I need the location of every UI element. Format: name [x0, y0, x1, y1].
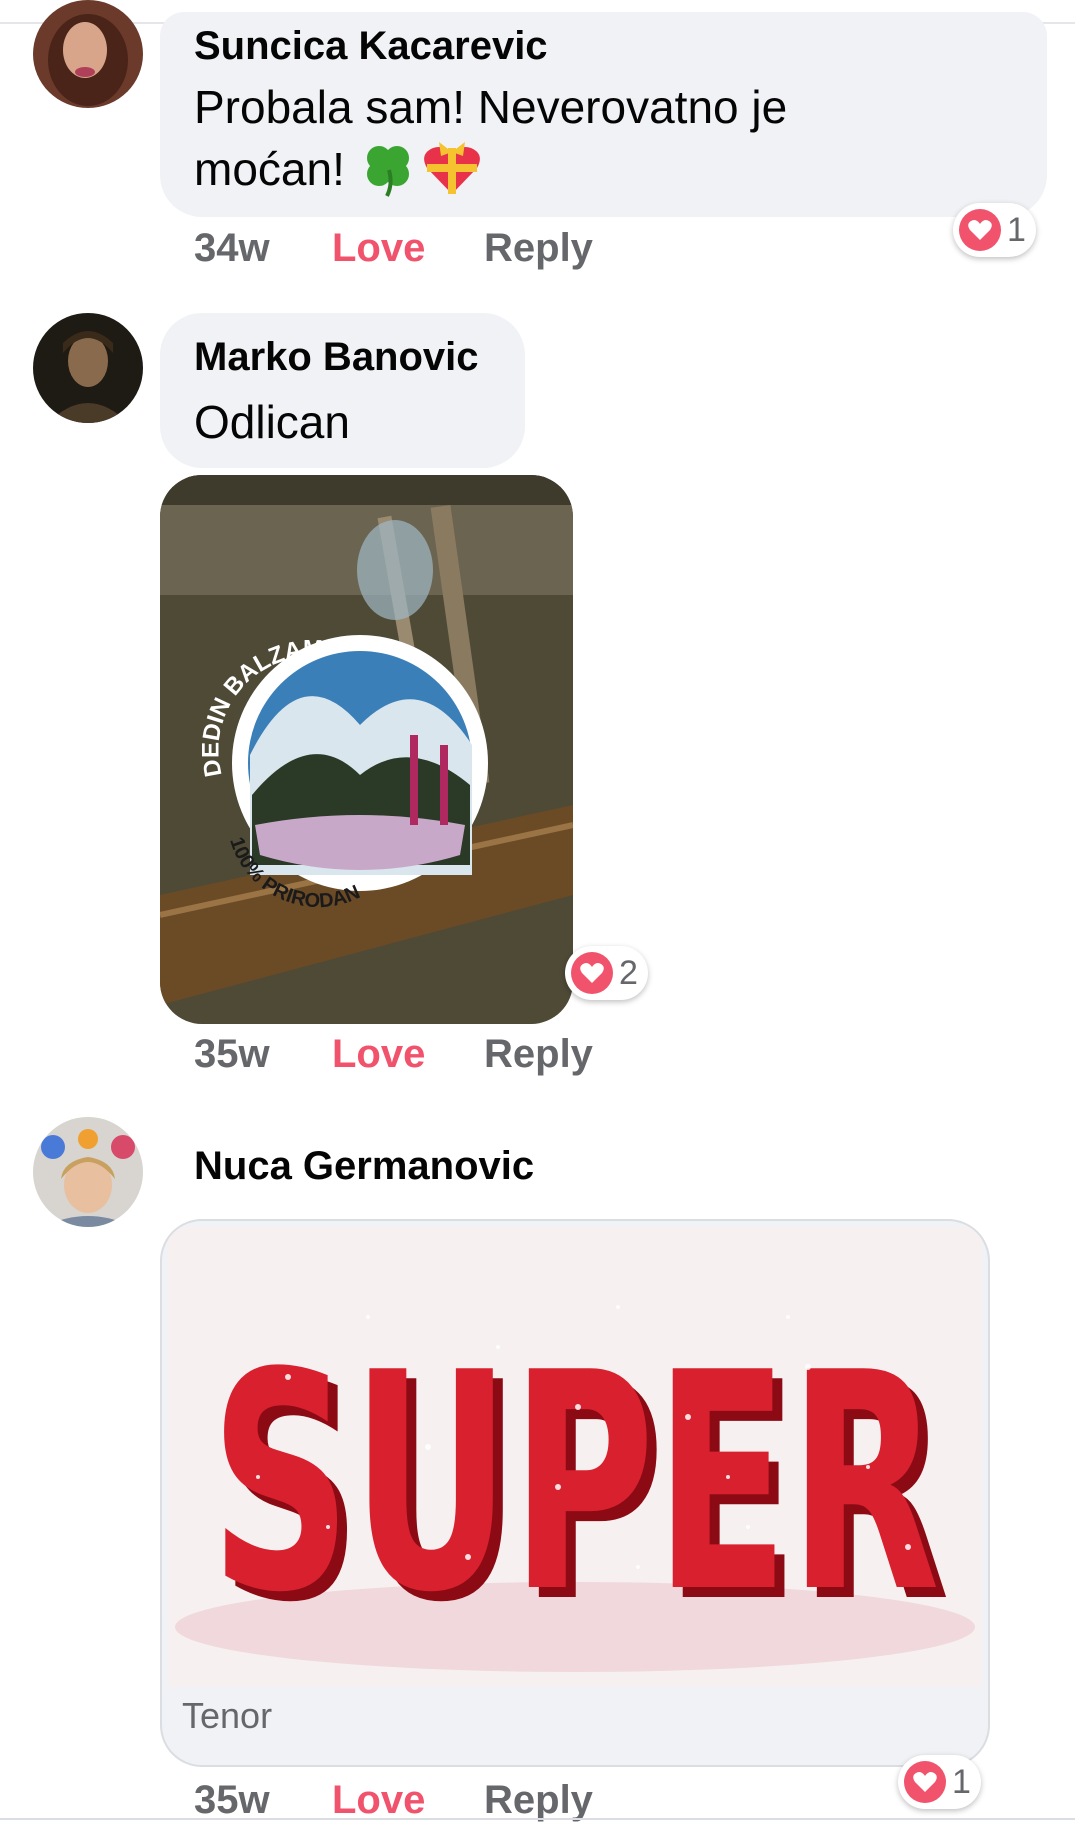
heart-icon [904, 1761, 946, 1803]
comment-bubble[interactable]: Suncica Kacarevic Probala sam! Neverovat… [160, 12, 1047, 217]
avatar[interactable] [33, 1117, 143, 1227]
reaction-count: 1 [1007, 210, 1026, 249]
comment-author[interactable]: Suncica Kacarevic [194, 22, 1013, 70]
love-button[interactable]: Love [332, 1778, 425, 1823]
comment-text-line-2-row: moćan! [194, 138, 1013, 200]
avatar[interactable] [33, 0, 143, 108]
comment-photo[interactable]: DEDIN BALZAM 100% PRIRODAN [160, 475, 573, 1024]
comment-author[interactable]: Nuca Germanovic [194, 1142, 534, 1190]
gif-image: SUPER SUPER [168, 1227, 982, 1687]
heart-with-ribbon-icon [421, 140, 483, 198]
comment-text-line-2: moćan! [194, 143, 345, 195]
comment-time[interactable]: 34w [194, 226, 270, 271]
reply-button[interactable]: Reply [484, 1778, 593, 1823]
reply-button[interactable]: Reply [484, 226, 593, 271]
reaction-count: 2 [619, 953, 638, 992]
reply-button[interactable]: Reply [484, 1032, 593, 1077]
comment-actions: 34w Love Reply [194, 226, 694, 276]
comment-actions: 35w Love Reply [194, 1778, 694, 1828]
svg-text:SUPER: SUPER [210, 1309, 940, 1658]
comment-text: Odlican [194, 396, 350, 448]
bottom-divider [0, 1818, 1075, 1820]
reaction-count: 1 [952, 1762, 971, 1801]
heart-icon [571, 952, 613, 994]
gif-attachment[interactable]: SUPER SUPER Tenor [160, 1219, 990, 1767]
avatar[interactable] [33, 313, 143, 423]
love-button[interactable]: Love [332, 1032, 425, 1077]
comment-text-line-1: Probala sam! Neverovatno je [194, 81, 788, 133]
reaction-summary[interactable]: 2 [565, 946, 648, 1000]
heart-icon [959, 209, 1001, 251]
comment-author[interactable]: Marko Banovic [194, 333, 491, 381]
gif-source-label: Tenor [182, 1695, 273, 1736]
reaction-summary[interactable]: 1 [898, 1755, 981, 1809]
love-button[interactable]: Love [332, 226, 425, 271]
four-leaf-clover-icon [359, 140, 417, 198]
comment-time[interactable]: 35w [194, 1778, 270, 1823]
comment-bubble[interactable]: Marko Banovic Odlican [160, 313, 525, 468]
comment-actions: 35w Love Reply [194, 1032, 694, 1082]
comment-time[interactable]: 35w [194, 1032, 270, 1077]
reaction-summary[interactable]: 1 [953, 203, 1036, 257]
